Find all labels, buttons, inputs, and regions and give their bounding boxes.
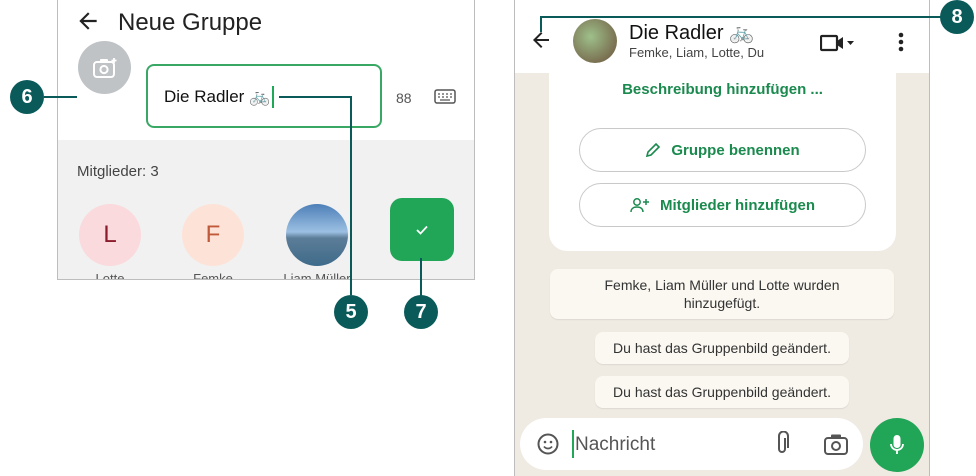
- system-message: Du hast das Gruppenbild geändert.: [595, 332, 849, 364]
- text-cursor: [272, 86, 275, 108]
- page-title: Neue Gruppe: [118, 9, 263, 36]
- char-counter: 88: [396, 90, 412, 106]
- callout-line: [420, 258, 422, 296]
- member-avatar-femke[interactable]: F: [182, 204, 244, 266]
- callout-line: [540, 16, 941, 18]
- back-arrow-icon[interactable]: [529, 28, 553, 57]
- rename-group-button[interactable]: Gruppe benennen: [579, 128, 866, 172]
- text-cursor: [572, 430, 574, 458]
- members-section: Mitglieder: 3 L Lotte F Femke Liam Mülle…: [58, 140, 474, 279]
- callout-8: 8: [940, 0, 974, 34]
- new-group-screen: Neue Gruppe Die Radler 🚲 88 Mitglieder: …: [57, 0, 475, 280]
- add-description-link[interactable]: Beschreibung hinzufügen ...: [549, 81, 896, 98]
- message-input-bar: Nachricht: [520, 418, 863, 470]
- callout-line: [279, 96, 351, 98]
- add-photo-icon: [92, 57, 116, 78]
- member-name: Lotte: [95, 271, 125, 280]
- member-name: Femke: [193, 271, 233, 280]
- members-label: Mitglieder: 3: [77, 163, 159, 180]
- pencil-icon: [646, 142, 661, 158]
- add-person-icon: [630, 198, 649, 213]
- callout-7: 7: [404, 295, 438, 329]
- chat-header: Die Radler 🚲 Femke, Liam, Lotte, Du: [515, 0, 929, 73]
- callout-line: [44, 96, 77, 98]
- check-icon: [416, 225, 428, 235]
- callout-line: [350, 96, 352, 295]
- app-bar: Neue Gruppe: [58, 0, 474, 50]
- sticker-icon[interactable]: [536, 432, 560, 461]
- microphone-icon: [890, 435, 904, 454]
- system-message: Femke, Liam Müller und Lotte wurden hinz…: [550, 269, 894, 319]
- voice-message-button[interactable]: [870, 418, 924, 472]
- member-avatar-liam[interactable]: [286, 204, 348, 266]
- callout-6: 6: [10, 80, 44, 114]
- add-members-button[interactable]: Mitglieder hinzufügen: [579, 183, 866, 227]
- group-photo-button[interactable]: [78, 41, 131, 94]
- member-name: Liam Müller: [283, 271, 351, 280]
- camera-icon[interactable]: [823, 432, 849, 461]
- confirm-button[interactable]: [390, 198, 454, 261]
- back-arrow-icon[interactable]: [75, 8, 105, 38]
- more-options-icon[interactable]: [898, 30, 904, 54]
- message-input[interactable]: Nachricht: [575, 434, 655, 456]
- callout-5: 5: [334, 295, 368, 329]
- callout-line: [540, 16, 542, 32]
- system-message: Du hast das Gruppenbild geändert.: [595, 376, 849, 408]
- chat-subtitle: Femke, Liam, Lotte, Du: [629, 45, 765, 60]
- member-avatar-lotte[interactable]: L: [79, 204, 141, 266]
- attach-icon[interactable]: [775, 430, 789, 462]
- chat-screen: Die Radler 🚲 Femke, Liam, Lotte, Du Besc…: [514, 0, 930, 476]
- chat-title[interactable]: Die Radler 🚲: [629, 20, 754, 45]
- video-call-icon[interactable]: [819, 34, 854, 52]
- group-name-value: Die Radler 🚲: [164, 87, 271, 106]
- group-avatar[interactable]: [573, 19, 617, 63]
- keyboard-icon[interactable]: [434, 89, 456, 104]
- group-info-card: Beschreibung hinzufügen ... Gruppe benen…: [549, 73, 896, 251]
